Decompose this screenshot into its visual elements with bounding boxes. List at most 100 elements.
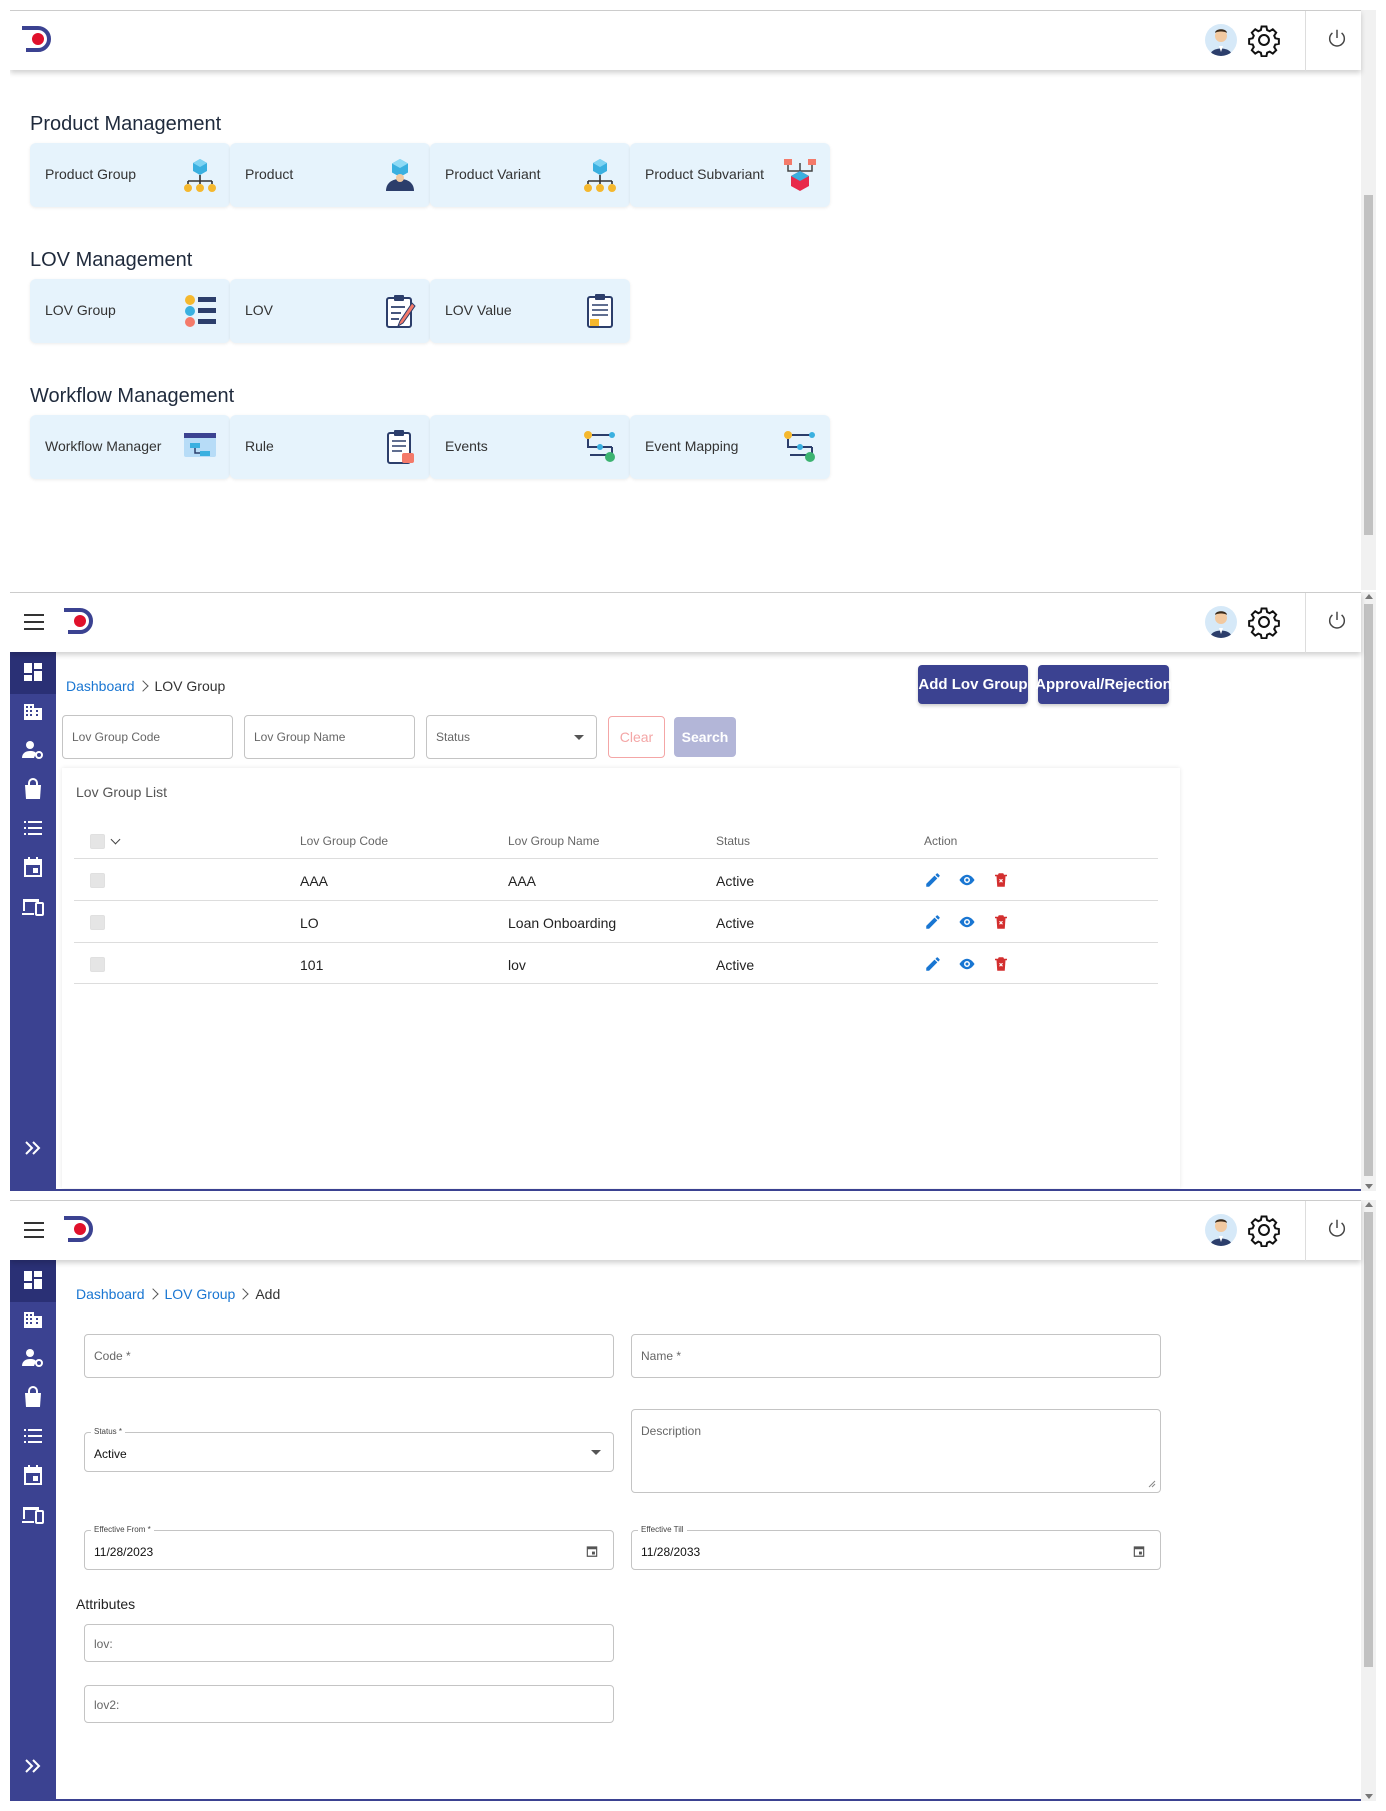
calendar-icon[interactable]	[1132, 1544, 1146, 1558]
power-icon[interactable]	[1326, 609, 1348, 631]
tile-label: Event Mapping	[645, 438, 739, 454]
view-icon[interactable]	[958, 871, 976, 889]
user-avatar-icon[interactable]	[1205, 24, 1237, 56]
scrollbar[interactable]	[1361, 592, 1376, 1191]
lov-group-code-input[interactable]: Lov Group Code	[62, 715, 233, 759]
building-icon[interactable]	[21, 1307, 45, 1331]
scrollbar-thumb[interactable]	[1364, 195, 1373, 535]
app-logo[interactable]	[20, 25, 56, 53]
gear-icon[interactable]	[1247, 23, 1281, 57]
scroll-up-arrow[interactable]	[1365, 1202, 1373, 1207]
scrollbar-thumb[interactable]	[1364, 604, 1373, 1176]
name-input[interactable]: Name *	[631, 1334, 1161, 1378]
effective-from-input[interactable]: Effective From * 11/28/2023	[84, 1525, 614, 1570]
tile-workflow-manager[interactable]: Workflow Manager	[30, 415, 230, 479]
tile-product[interactable]: Product	[230, 143, 430, 207]
edit-icon[interactable]	[924, 955, 942, 973]
app-logo[interactable]	[62, 1215, 98, 1243]
list-icon[interactable]	[21, 816, 45, 840]
calendar-icon[interactable]	[21, 855, 45, 879]
delete-icon[interactable]	[992, 871, 1010, 889]
scroll-down-arrow[interactable]	[1365, 1794, 1373, 1799]
search-button[interactable]: Search	[674, 717, 736, 757]
app-logo[interactable]	[62, 607, 98, 635]
product-group-icon	[184, 159, 216, 192]
user-settings-icon[interactable]	[21, 1346, 45, 1370]
gear-icon[interactable]	[1247, 1213, 1281, 1247]
devices-icon[interactable]	[21, 894, 45, 918]
cell-status: Active	[716, 873, 755, 889]
bag-icon[interactable]	[21, 777, 45, 801]
column-header[interactable]: Lov Group Name	[508, 834, 599, 848]
devices-icon[interactable]	[21, 1502, 45, 1526]
user-avatar-icon[interactable]	[1205, 606, 1237, 638]
tile-rule[interactable]: Rule	[230, 415, 430, 479]
column-header[interactable]: Lov Group Code	[300, 834, 388, 848]
tile-event-mapping[interactable]: Event Mapping	[630, 415, 830, 479]
select-all-checkbox[interactable]	[90, 834, 105, 849]
user-settings-icon[interactable]	[21, 738, 45, 762]
attribute-lov2-input[interactable]: lov2:	[84, 1685, 614, 1723]
scroll-up-arrow[interactable]	[1365, 594, 1373, 599]
tile-events[interactable]: Events	[430, 415, 630, 479]
breadcrumb-current: Add	[255, 1286, 281, 1302]
hamburger-menu-icon[interactable]	[24, 614, 44, 630]
dashboard-icon[interactable]	[21, 1268, 45, 1292]
resize-handle-icon[interactable]	[1148, 1480, 1156, 1488]
tile-product-group[interactable]: Product Group	[30, 143, 230, 207]
building-icon[interactable]	[21, 699, 45, 723]
tile-lov-group[interactable]: LOV Group	[30, 279, 230, 343]
scrollbar[interactable]	[1361, 1200, 1376, 1801]
rule-icon	[387, 430, 414, 464]
description-textarea[interactable]: Description	[631, 1409, 1161, 1493]
approval-rejection-button[interactable]: Approval/Rejection	[1035, 665, 1172, 704]
breadcrumb-dashboard-link[interactable]: Dashboard	[76, 1286, 145, 1302]
delete-icon[interactable]	[992, 913, 1010, 931]
view-icon[interactable]	[958, 955, 976, 973]
placeholder: Code *	[94, 1349, 131, 1363]
tile-product-variant[interactable]: Product Variant	[430, 143, 630, 207]
add-lov-group-button[interactable]: Add Lov Group	[918, 665, 1028, 704]
lov-group-name-input[interactable]: Lov Group Name	[244, 715, 415, 759]
view-icon[interactable]	[958, 913, 976, 931]
row-checkbox[interactable]	[90, 873, 105, 888]
row-checkbox[interactable]	[90, 915, 105, 930]
bag-icon[interactable]	[21, 1385, 45, 1409]
field-label: Effective From *	[91, 1525, 154, 1534]
calendar-icon[interactable]	[21, 1463, 45, 1487]
tile-lov-value[interactable]: LOV Value	[430, 279, 630, 343]
calendar-icon[interactable]	[585, 1544, 599, 1558]
tile-product-subvariant[interactable]: Product Subvariant	[630, 143, 830, 207]
row-checkbox[interactable]	[90, 957, 105, 972]
expand-icon[interactable]	[21, 1754, 45, 1778]
gear-icon[interactable]	[1247, 605, 1281, 639]
breadcrumb: Dashboard LOV Group Add	[76, 1286, 280, 1302]
column-header[interactable]: Status	[716, 834, 750, 848]
top-bar	[10, 592, 1361, 653]
hamburger-menu-icon[interactable]	[24, 1222, 44, 1238]
scrollbar[interactable]	[1361, 10, 1376, 590]
breadcrumb-lov-group-link[interactable]: LOV Group	[165, 1286, 236, 1302]
scroll-down-arrow[interactable]	[1365, 1184, 1373, 1189]
tile-lov[interactable]: LOV	[230, 279, 430, 343]
effective-till-input[interactable]: Effective Till 11/28/2033	[631, 1525, 1161, 1570]
delete-icon[interactable]	[992, 955, 1010, 973]
dashboard-icon[interactable]	[21, 660, 45, 684]
list-icon[interactable]	[21, 1424, 45, 1448]
power-icon[interactable]	[1326, 1217, 1348, 1239]
lov-icon	[386, 295, 416, 328]
edit-icon[interactable]	[924, 913, 942, 931]
power-icon[interactable]	[1326, 27, 1348, 49]
expand-icon[interactable]	[21, 1136, 45, 1160]
clear-button[interactable]: Clear	[608, 716, 665, 758]
breadcrumb-dashboard-link[interactable]: Dashboard	[66, 678, 135, 694]
attribute-lov-input[interactable]: lov:	[84, 1624, 614, 1662]
tile-label: LOV	[245, 302, 274, 318]
status-select[interactable]: Status	[426, 715, 597, 759]
user-avatar-icon[interactable]	[1205, 1214, 1237, 1246]
chevron-down-icon[interactable]	[110, 834, 121, 845]
scrollbar-thumb[interactable]	[1364, 1212, 1373, 1667]
edit-icon[interactable]	[924, 871, 942, 889]
status-select[interactable]: Status * Active	[84, 1427, 614, 1472]
code-input[interactable]: Code *	[84, 1334, 614, 1378]
